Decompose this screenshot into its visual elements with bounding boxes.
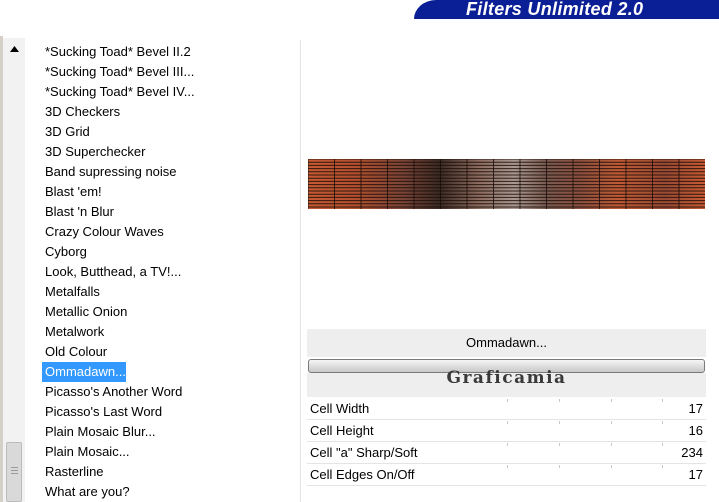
param-slider-row[interactable]: Cell Width 17 bbox=[307, 398, 706, 420]
slider-tick bbox=[507, 465, 508, 468]
param-slider-track[interactable] bbox=[507, 442, 663, 463]
slider-tick bbox=[559, 421, 560, 424]
filter-list-item[interactable]: Blast 'em! bbox=[42, 182, 102, 202]
panel-divider bbox=[300, 40, 301, 502]
filter-list-item[interactable]: Look, Butthead, a TV!... bbox=[42, 262, 181, 282]
slider-tick bbox=[507, 421, 508, 424]
filter-list-item[interactable]: *Sucking Toad* Bevel II.2 bbox=[42, 42, 191, 62]
slider-tick bbox=[559, 399, 560, 402]
thumb-grip bbox=[11, 473, 18, 474]
param-slider-track[interactable] bbox=[507, 398, 663, 419]
slider-tick bbox=[662, 421, 663, 424]
filter-list-scrollbar[interactable] bbox=[3, 38, 25, 502]
slider-tick bbox=[611, 399, 612, 402]
param-slider-track[interactable] bbox=[507, 464, 663, 485]
filter-list-item[interactable]: Rasterline bbox=[42, 462, 104, 482]
param-value[interactable]: 234 bbox=[681, 442, 703, 463]
filter-list-item[interactable]: 3D Grid bbox=[42, 122, 90, 142]
param-value[interactable]: 17 bbox=[689, 464, 703, 485]
filter-list-item[interactable]: Metallic Onion bbox=[42, 302, 127, 322]
filter-list-item[interactable]: *Sucking Toad* Bevel IV... bbox=[42, 82, 195, 102]
param-label: Cell Width bbox=[310, 401, 370, 416]
filter-list-item[interactable]: Metalwork bbox=[42, 322, 104, 342]
slider-tick bbox=[559, 443, 560, 446]
slider-tick bbox=[611, 421, 612, 424]
window-title: Filters Unlimited 2.0 bbox=[414, 0, 719, 19]
scroll-thumb[interactable] bbox=[6, 442, 22, 502]
filter-list-item[interactable]: Crazy Colour Waves bbox=[42, 222, 164, 242]
param-value[interactable]: 16 bbox=[689, 420, 703, 441]
filter-list-item[interactable]: Metalfalls bbox=[42, 282, 100, 302]
param-label: Cell Height bbox=[310, 423, 374, 438]
param-value[interactable]: 17 bbox=[689, 398, 703, 419]
filter-list-item[interactable]: Picasso's Last Word bbox=[42, 402, 162, 422]
preview-background bbox=[308, 159, 705, 209]
filter-preview bbox=[308, 159, 705, 209]
param-label: Cell Edges On/Off bbox=[310, 467, 415, 482]
filter-list-item[interactable]: Old Colour bbox=[42, 342, 107, 362]
param-slider-row[interactable]: Cell "a" Sharp/Soft 234 bbox=[307, 442, 706, 464]
filter-list-item[interactable]: Picasso's Another Word bbox=[42, 382, 182, 402]
slider-tick bbox=[507, 399, 508, 402]
watermark: Graficamia bbox=[446, 368, 567, 388]
thumb-grip bbox=[11, 467, 18, 468]
slider-tick bbox=[507, 443, 508, 446]
filter-list-item[interactable]: Blast 'n Blur bbox=[42, 202, 114, 222]
filter-name-label: Ommadawn... bbox=[307, 329, 706, 357]
param-label: Cell "a" Sharp/Soft bbox=[310, 445, 418, 460]
slider-tick bbox=[611, 443, 612, 446]
parameter-sliders: Cell Width 17 Cell Height 16 Cell "a" Sharp/… bbox=[307, 398, 706, 486]
scroll-up-arrow-icon[interactable] bbox=[7, 42, 21, 56]
filter-list-item[interactable]: 3D Superchecker bbox=[42, 142, 145, 162]
filter-list[interactable]: *Sucking Toad* Bevel II.2 *Sucking Toad* … bbox=[42, 42, 292, 502]
filter-list-item[interactable]: What are you? bbox=[42, 482, 130, 502]
param-slider-row[interactable]: Cell Height 16 bbox=[307, 420, 706, 442]
filter-list-item[interactable]: *Sucking Toad* Bevel III... bbox=[42, 62, 194, 82]
slider-tick bbox=[611, 465, 612, 468]
slider-tick bbox=[662, 443, 663, 446]
thumb-grip bbox=[11, 470, 18, 471]
slider-tick bbox=[559, 465, 560, 468]
preview-image bbox=[308, 159, 705, 209]
filter-list-item[interactable]: Cyborg bbox=[42, 242, 87, 262]
filter-list-item[interactable]: Ommadawn... bbox=[42, 362, 126, 382]
param-slider-track[interactable] bbox=[507, 420, 663, 441]
param-slider-row[interactable]: Cell Edges On/Off 17 bbox=[307, 464, 706, 486]
filter-list-item[interactable]: Plain Mosaic Blur... bbox=[42, 422, 156, 442]
slider-tick bbox=[662, 399, 663, 402]
slider-tick bbox=[662, 465, 663, 468]
filter-list-item[interactable]: Band supressing noise bbox=[42, 162, 177, 182]
filter-list-item[interactable]: Plain Mosaic... bbox=[42, 442, 130, 462]
filter-list-item[interactable]: 3D Checkers bbox=[42, 102, 120, 122]
